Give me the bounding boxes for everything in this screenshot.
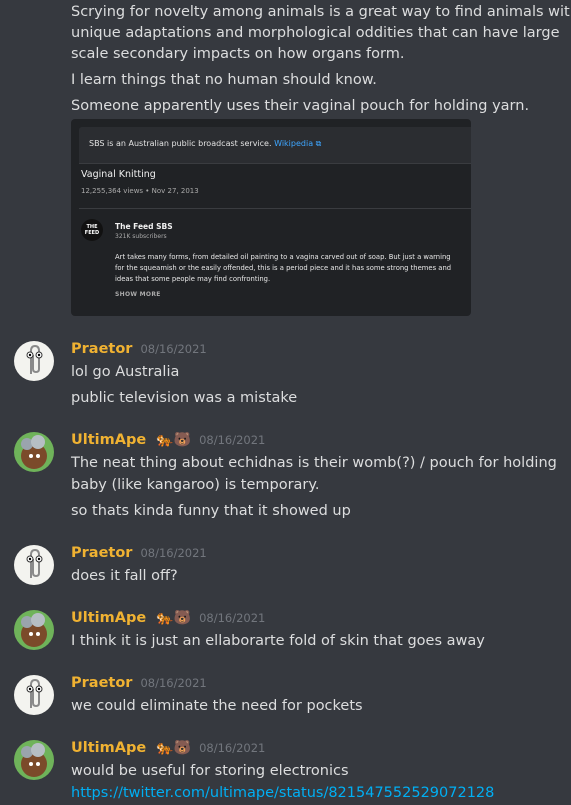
avatar[interactable] xyxy=(14,675,54,715)
paperclip-icon xyxy=(26,344,43,374)
message-text: we could eliminate the need for pockets xyxy=(71,698,363,714)
message-text: public television was a mistake xyxy=(71,390,298,406)
wikipedia-link[interactable]: Wikipedia ⧉ xyxy=(274,139,321,148)
username[interactable]: UltimApe xyxy=(71,740,146,756)
paperclip-icon xyxy=(26,678,43,708)
avatar[interactable] xyxy=(14,545,54,585)
tiger-bear-emoji-icon: 🐅🐻 xyxy=(156,740,192,756)
video-description: Art takes many forms, from detailed oil … xyxy=(115,253,452,283)
ape-avatar-icon xyxy=(21,435,47,469)
message-text: scale secondary impacts on how organs fo… xyxy=(71,46,405,62)
embed-notice: SBS is an Australian public broadcast se… xyxy=(79,127,471,164)
tiger-bear-emoji-icon: 🐅🐻 xyxy=(156,610,192,626)
video-meta: 12,255,364 views • Nov 27, 2013 xyxy=(81,187,199,195)
show-more-button[interactable]: SHOW MORE xyxy=(115,291,161,298)
message-text: so thats kinda funny that it showed up xyxy=(71,503,351,519)
ape-avatar-icon xyxy=(21,613,47,647)
video-title[interactable]: Vaginal Knitting xyxy=(81,169,156,180)
message-text: I think it is just an ellaborarte fold o… xyxy=(71,633,485,649)
channel-subscribers: 321K subscribers xyxy=(115,233,167,240)
message-text: baby (like kangaroo) is temporary. xyxy=(71,477,320,493)
message-text: I learn things that no human should know… xyxy=(71,72,377,88)
message-text: would be useful for storing electronics xyxy=(71,763,349,779)
avatar[interactable] xyxy=(14,740,54,780)
ape-avatar-icon xyxy=(21,743,47,777)
paperclip-icon xyxy=(26,548,43,578)
timestamp: 08/16/2021 xyxy=(199,741,266,755)
message-text: does it fall off? xyxy=(71,568,178,584)
username[interactable]: Praetor xyxy=(71,545,132,561)
username[interactable]: Praetor xyxy=(71,341,132,357)
timestamp: 08/16/2021 xyxy=(140,342,207,356)
message-text: unique adaptations and morphological odd… xyxy=(71,25,560,41)
timestamp: 08/16/2021 xyxy=(140,676,207,690)
message-text: Someone apparently uses their vaginal po… xyxy=(71,98,530,114)
message-text: The neat thing about echidnas is their w… xyxy=(71,455,557,471)
tiger-bear-emoji-icon: 🐅🐻 xyxy=(156,432,192,448)
message-text: Scrying for novelty among animals is a g… xyxy=(71,4,571,20)
video-embed[interactable]: SBS is an Australian public broadcast se… xyxy=(71,119,471,316)
username[interactable]: UltimApe xyxy=(71,610,146,626)
message-text: lol go Australia xyxy=(71,364,180,380)
timestamp: 08/16/2021 xyxy=(199,433,266,447)
avatar[interactable] xyxy=(14,341,54,381)
channel-icon[interactable]: THE FEED xyxy=(81,219,103,241)
avatar[interactable] xyxy=(14,432,54,472)
username[interactable]: UltimApe xyxy=(71,432,146,448)
timestamp: 08/16/2021 xyxy=(199,611,266,625)
twitter-link[interactable]: https://twitter.com/ultimape/status/8215… xyxy=(71,783,494,803)
avatar[interactable] xyxy=(14,610,54,650)
link[interactable]: https://twitter.com/ultimape/status/8215… xyxy=(71,785,494,801)
channel-name[interactable]: The Feed SBS xyxy=(115,222,173,231)
username[interactable]: Praetor xyxy=(71,675,132,691)
divider xyxy=(79,208,471,209)
timestamp: 08/16/2021 xyxy=(140,546,207,560)
notice-text: SBS is an Australian public broadcast se… xyxy=(89,139,272,148)
